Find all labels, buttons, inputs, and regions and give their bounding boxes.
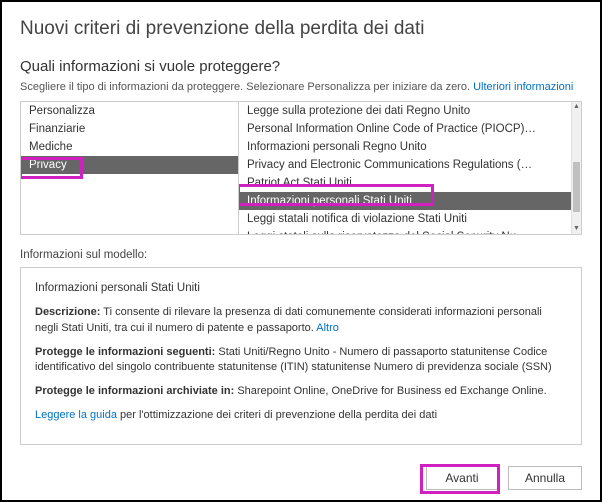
template-item[interactable]: Legge sulla protezione dei dati Regno Un… <box>239 102 571 120</box>
category-list: PersonalizzaFinanziarieMedichePrivacy <box>21 102 239 234</box>
info-guide: Leggere la guida per l'ottimizzazione de… <box>35 408 567 424</box>
template-item[interactable]: Leggi statali sulla riservatezza del Soc… <box>239 228 571 234</box>
scroll-up-icon[interactable]: ▲ <box>572 102 581 112</box>
template-list-wrap: Legge sulla protezione dei dati Regno Un… <box>239 102 581 234</box>
next-button[interactable]: Avanti <box>426 466 498 490</box>
info-label: Informazioni sul modello: <box>20 249 582 261</box>
info-heading: Informazioni personali Stati Uniti <box>35 280 567 297</box>
info-desc-text: Ti consente di rilevare la presenza di d… <box>35 306 542 334</box>
info-protects-label: Protegge le informazioni seguenti: <box>35 346 215 358</box>
category-item[interactable]: Mediche <box>21 138 238 156</box>
section-description: Scegliere il tipo di informazioni da pro… <box>20 81 582 93</box>
template-item[interactable]: Patriot Act Stati Uniti <box>239 174 571 192</box>
category-item[interactable]: Privacy <box>21 156 238 174</box>
template-list: Legge sulla protezione dei dati Regno Un… <box>239 102 571 234</box>
template-picker: PersonalizzaFinanziarieMedichePrivacy Le… <box>20 101 582 235</box>
template-item[interactable]: Informazioni personali Stati Uniti <box>239 192 571 210</box>
template-item[interactable]: Leggi statali notifica di violazione Sta… <box>239 210 571 228</box>
read-guide-link[interactable]: Leggere la guida <box>35 409 117 421</box>
template-item[interactable]: Informazioni personali Regno Unito <box>239 138 571 156</box>
info-description: Descrizione: Ti consente di rilevare la … <box>35 305 567 337</box>
desc-text: Scegliere il tipo di informazioni da pro… <box>20 81 473 93</box>
info-archived-text: Sharepoint Online, OneDrive for Business… <box>234 385 546 397</box>
info-more-link[interactable]: Altro <box>316 322 339 334</box>
scrollbar[interactable]: ▲ ▼ <box>571 102 581 234</box>
category-item[interactable]: Finanziarie <box>21 120 238 138</box>
info-protects: Protegge le informazioni seguenti: Stati… <box>35 345 567 377</box>
more-info-link[interactable]: Ulteriori informazioni <box>473 81 573 93</box>
scroll-down-icon[interactable]: ▼ <box>572 224 581 234</box>
scroll-thumb[interactable] <box>573 162 580 212</box>
info-archived: Protegge le informazioni archiviate in: … <box>35 384 567 400</box>
template-item[interactable]: Personal Information Online Code of Prac… <box>239 120 571 138</box>
category-item[interactable]: Personalizza <box>21 102 238 120</box>
template-info-box: Informazioni personali Stati Uniti Descr… <box>20 267 582 445</box>
info-guide-text: per l'ottimizzazione dei criteri di prev… <box>117 409 437 421</box>
info-desc-label: Descrizione: <box>35 306 100 318</box>
info-archived-label: Protegge le informazioni archiviate in: <box>35 385 234 397</box>
footer-buttons: Avanti Annulla <box>426 466 582 490</box>
page-title: Nuovi criteri di prevenzione della perdi… <box>20 18 582 40</box>
template-item[interactable]: Privacy and Electronic Communications Re… <box>239 156 571 174</box>
cancel-button[interactable]: Annulla <box>508 466 582 490</box>
section-heading: Quali informazioni si vuole proteggere? <box>20 58 582 75</box>
